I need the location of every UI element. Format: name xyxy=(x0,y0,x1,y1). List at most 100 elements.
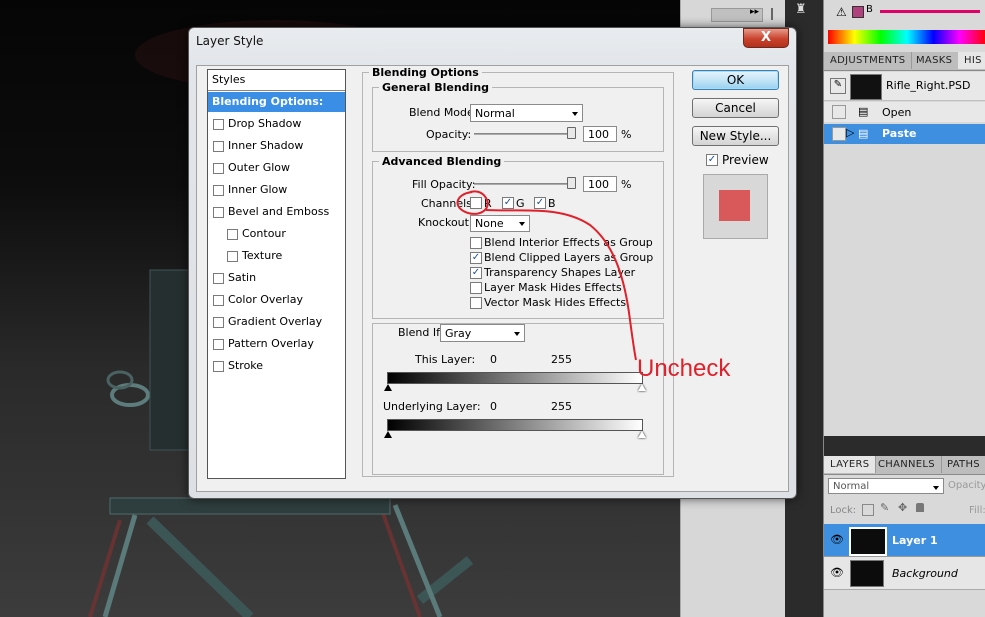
styles-header[interactable]: Styles xyxy=(212,73,245,86)
tab-masks[interactable]: MASKS xyxy=(910,52,960,69)
channel-g-label: G xyxy=(516,197,525,210)
brush-source-icon[interactable]: ✎ xyxy=(830,78,846,94)
underlying-high-value: 255 xyxy=(551,400,572,413)
channel-b-checkbox[interactable]: ✓ xyxy=(534,197,546,209)
style-item-pattern-overlay[interactable]: Pattern Overlay xyxy=(208,334,345,354)
fill-opacity-label: Fill Opacity: xyxy=(412,178,476,191)
panels-column: ⚠ B ADJUSTMENTS MASKS HIS ✎ Rifle_Right.… xyxy=(823,0,985,617)
style-checkbox[interactable] xyxy=(213,185,224,196)
fill-opacity-input[interactable]: 100 xyxy=(583,176,617,192)
style-checkbox[interactable] xyxy=(227,229,238,240)
tab-channels[interactable]: CHANNELS xyxy=(872,456,942,473)
close-button[interactable]: X xyxy=(743,28,789,48)
warning-icon: ⚠ xyxy=(836,5,847,19)
opacity-label: Opacity: xyxy=(426,128,472,141)
style-item-label: Pattern Overlay xyxy=(228,337,314,350)
lock-pixels-icon[interactable]: ✎ xyxy=(880,501,889,514)
channel-g-checkbox[interactable]: ✓ xyxy=(502,197,514,209)
style-checkbox[interactable] xyxy=(213,141,224,152)
preview-swatch xyxy=(719,190,750,221)
lock-all-icon[interactable] xyxy=(916,503,924,512)
style-checkbox[interactable] xyxy=(213,163,224,174)
opacity-slider-thumb[interactable] xyxy=(567,127,576,139)
style-item-label: Gradient Overlay xyxy=(228,315,323,328)
clone-stamp-icon[interactable]: ♜ xyxy=(795,2,811,18)
style-item-stroke[interactable]: Stroke xyxy=(208,356,345,376)
style-item-outer-glow[interactable]: Outer Glow xyxy=(208,158,345,178)
style-item-gradient-overlay[interactable]: Gradient Overlay xyxy=(208,312,345,332)
new-style-button[interactable]: New Style... xyxy=(692,126,779,146)
style-item-inner-glow[interactable]: Inner Glow xyxy=(208,180,345,200)
style-item-color-overlay[interactable]: Color Overlay xyxy=(208,290,345,310)
style-checkbox[interactable] xyxy=(213,361,224,372)
this-layer-black-handle[interactable] xyxy=(384,384,392,391)
style-checkbox[interactable] xyxy=(213,295,224,306)
tab-layers[interactable]: LAYERS xyxy=(824,456,877,473)
style-checkbox[interactable] xyxy=(213,207,224,218)
this-layer-low-value: 0 xyxy=(490,353,497,366)
blend-if-select[interactable]: Gray xyxy=(440,324,525,342)
color-swatch[interactable] xyxy=(852,6,864,18)
style-item-satin[interactable]: Satin xyxy=(208,268,345,288)
color-ramp[interactable] xyxy=(828,30,985,44)
this-layer-white-handle[interactable] xyxy=(638,384,646,391)
option-checkbox-3[interactable] xyxy=(470,282,482,294)
style-item-drop-shadow[interactable]: Drop Shadow xyxy=(208,114,345,134)
layer-row-background[interactable]: 👁 Background xyxy=(824,557,985,590)
tab-paths[interactable]: PATHS xyxy=(941,456,985,473)
opacity-input[interactable]: 100 xyxy=(583,126,617,142)
double-arrow-icon: ▸▸ xyxy=(749,7,759,17)
preview-swatch-box xyxy=(703,174,768,239)
blend-mode-select[interactable]: Normal xyxy=(470,104,583,122)
underlying-gradient xyxy=(387,419,643,431)
color-slider[interactable] xyxy=(880,10,980,13)
style-checkbox[interactable] xyxy=(213,339,224,350)
layer-thumbnail xyxy=(849,527,887,556)
style-checkbox[interactable] xyxy=(213,317,224,328)
tab-history[interactable]: HIS xyxy=(958,52,985,69)
layer-blend-mode-select[interactable]: Normal xyxy=(828,478,944,494)
option-checkbox-0[interactable] xyxy=(470,237,482,249)
style-item-texture[interactable]: Texture xyxy=(208,246,345,266)
style-item-contour[interactable]: Contour xyxy=(208,224,345,244)
lock-position-icon[interactable]: ✥ xyxy=(898,501,907,514)
underlying-white-handle[interactable] xyxy=(638,431,646,438)
option-checkbox-4[interactable] xyxy=(470,297,482,309)
tab-adjustments[interactable]: ADJUSTMENTS xyxy=(824,52,913,69)
style-checkbox[interactable] xyxy=(213,273,224,284)
history-item-open[interactable]: ▤ Open xyxy=(824,102,985,122)
style-item-inner-shadow[interactable]: Inner Shadow xyxy=(208,136,345,156)
layer-thumbnail xyxy=(850,560,884,587)
visibility-eye-icon[interactable]: 👁 xyxy=(830,533,844,546)
history-source-checkbox[interactable] xyxy=(832,105,846,119)
option-checkbox-2[interactable]: ✓ xyxy=(470,267,482,279)
layer-row-layer-1[interactable]: 👁 Layer 1 xyxy=(824,524,985,557)
style-item-blending-options-custom[interactable]: Blending Options: Custom xyxy=(208,92,345,128)
channels-label: Channels: xyxy=(421,197,476,210)
history-snapshot[interactable]: ✎ Rifle_Right.PSD xyxy=(824,72,985,101)
cancel-button[interactable]: Cancel xyxy=(692,98,779,118)
panel-menu-icon[interactable] xyxy=(771,8,781,20)
channel-r-checkbox[interactable] xyxy=(470,197,482,209)
blend-if-value: Gray xyxy=(445,327,472,340)
option-checkbox-1[interactable]: ✓ xyxy=(470,252,482,264)
opacity-slider[interactable] xyxy=(474,133,574,135)
style-item-bevel-and-emboss[interactable]: Bevel and Emboss xyxy=(208,202,345,222)
fill-opacity-slider[interactable] xyxy=(474,183,574,185)
style-checkbox[interactable] xyxy=(227,251,238,262)
history-item-paste[interactable]: ▷ ▤ Paste xyxy=(824,124,985,144)
style-item-label: Contour xyxy=(242,227,286,240)
layer-name: Background xyxy=(892,567,958,580)
collapse-panel-button[interactable]: ▸▸ xyxy=(711,7,763,22)
underlying-black-handle[interactable] xyxy=(384,431,392,438)
style-checkbox[interactable] xyxy=(213,119,224,130)
lock-transparent-icon[interactable] xyxy=(862,504,874,516)
fill-opacity-slider-thumb[interactable] xyxy=(567,177,576,189)
history-item-label: Open xyxy=(882,106,912,119)
preview-checkbox[interactable]: ✓ xyxy=(706,154,718,166)
history-source-checkbox[interactable] xyxy=(832,127,846,141)
knockout-select[interactable]: None xyxy=(470,215,530,232)
visibility-eye-icon[interactable]: 👁 xyxy=(830,566,844,579)
ok-button[interactable]: OK xyxy=(692,70,779,90)
layer-name: Layer 1 xyxy=(892,534,938,547)
